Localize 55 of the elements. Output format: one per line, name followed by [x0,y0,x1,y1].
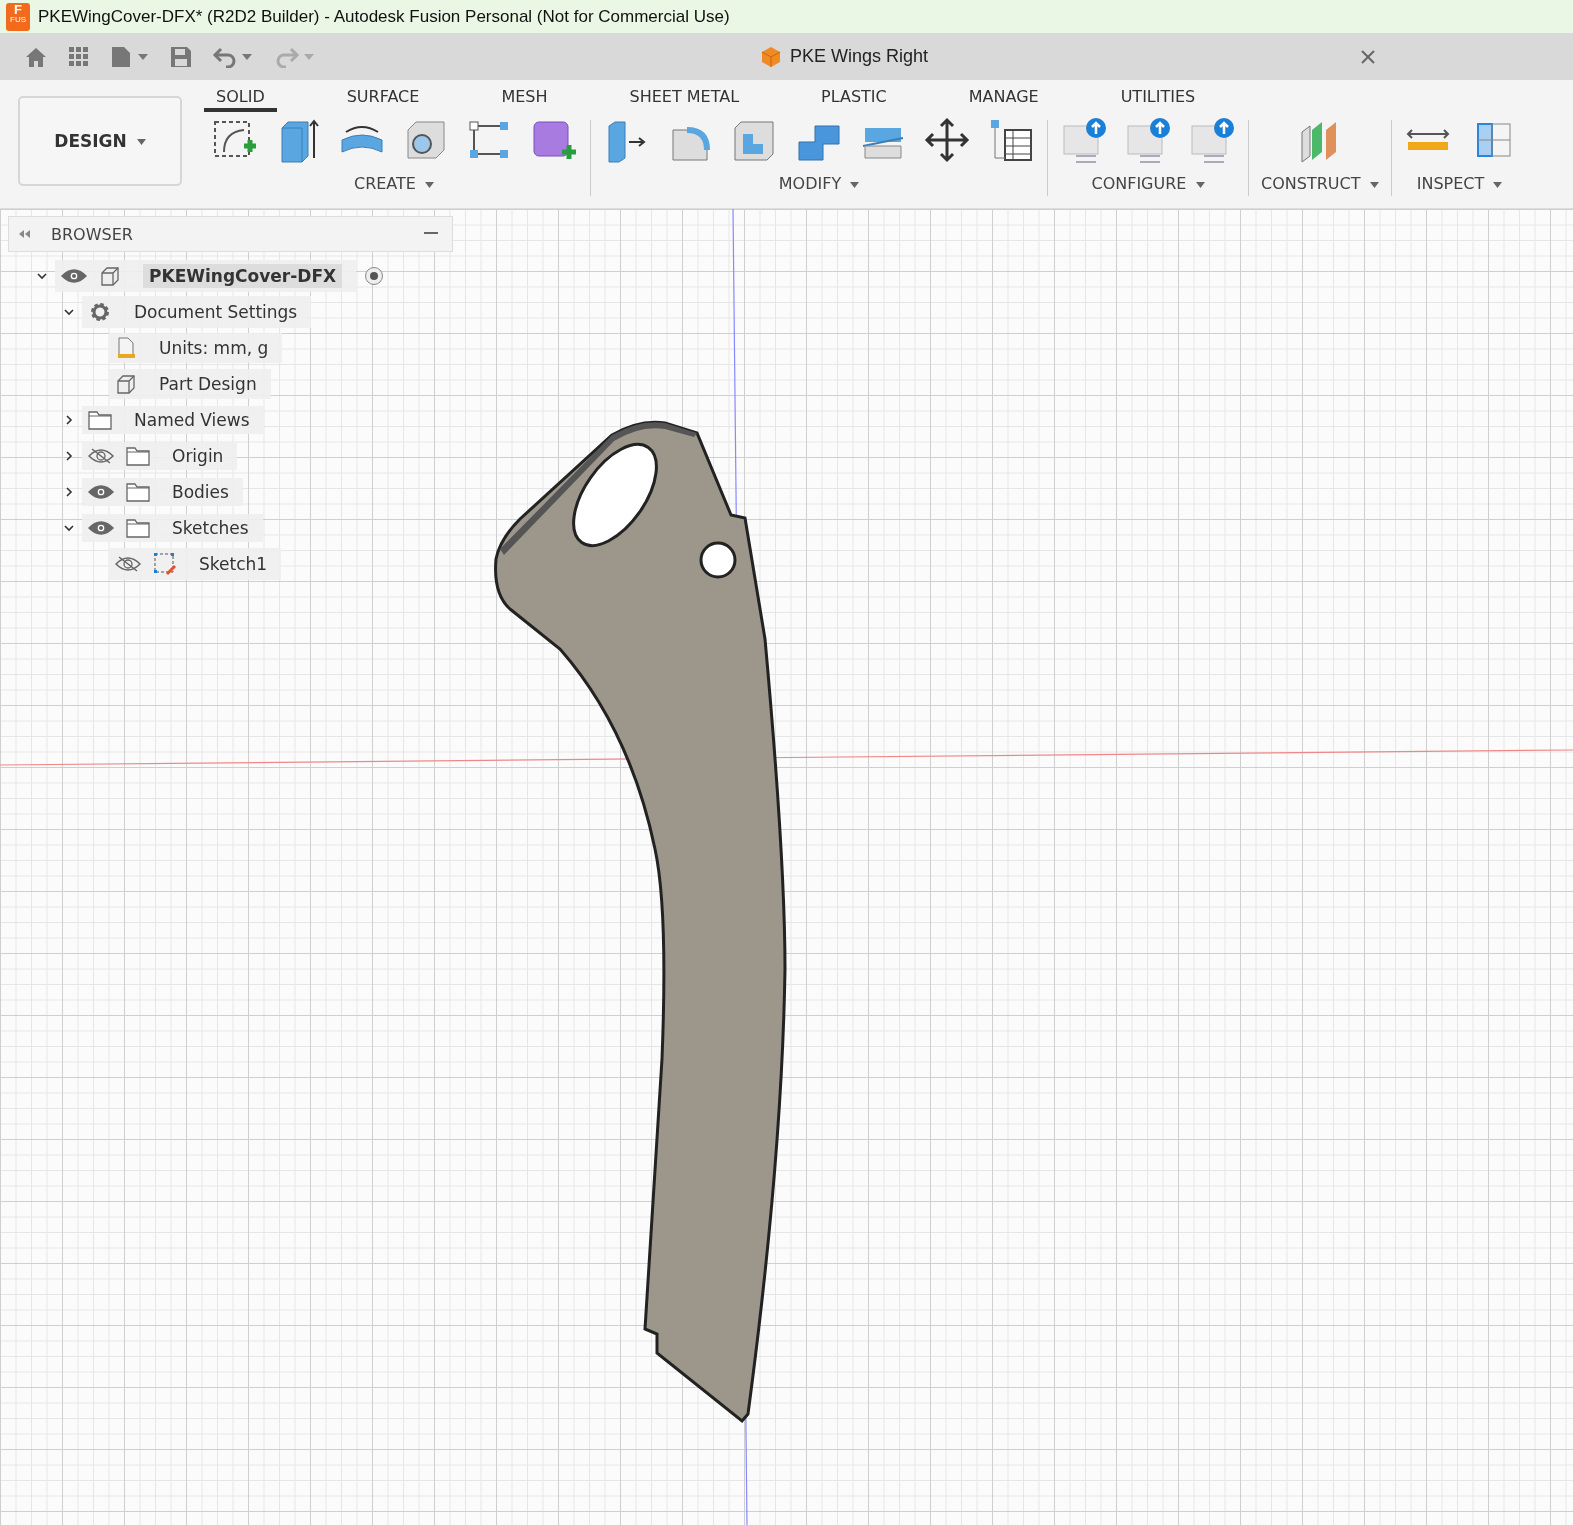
ribbon-tab[interactable]: SHEET METAL [617,84,752,112]
folder-icon [126,518,150,538]
folder-icon [126,446,150,466]
eye-icon[interactable] [88,484,114,500]
chevron-down-icon[interactable] [62,522,75,534]
cube-icon [760,45,782,68]
file-icon[interactable] [110,45,150,68]
config-shape-icon[interactable] [1188,116,1236,164]
ruler-document-icon [115,337,137,359]
document-tab[interactable]: PKE Wings Right [760,45,929,68]
caret-icon [425,181,435,188]
tool-group-dropdown[interactable]: CREATE [353,174,435,193]
app-icon: F FUS [6,2,30,31]
ribbon-tab[interactable]: PLASTIC [809,84,899,112]
eye-icon[interactable] [61,268,87,284]
ribbon-tab[interactable]: SOLID [204,84,277,112]
ribbon-tab[interactable]: UTILITIES [1108,84,1208,112]
move-icon[interactable] [923,116,971,164]
close-icon[interactable] [1361,49,1375,64]
tool-group-dropdown[interactable]: CONFIGURE [1091,174,1205,193]
folder-icon [88,410,112,430]
workspace-dropdown[interactable]: DESIGN [18,96,182,186]
gear-icon [88,300,112,324]
grid-icon[interactable] [68,45,90,68]
radio-button-icon[interactable] [364,266,385,286]
ribbon-tab[interactable]: MANAGE [956,84,1051,112]
cube-icon [115,373,137,395]
window-title: PKEWingCover-DFX* (R2D2 Builder) - Autodesk Fusion Personal (Not for Commercial Use) [38,6,730,27]
chevron-down-icon[interactable] [35,270,48,282]
home-icon[interactable] [24,45,48,68]
ribbon-tab[interactable]: MESH [489,84,560,112]
config-table-icon[interactable] [1124,116,1172,164]
eye-icon[interactable] [88,520,114,536]
tool-group-dropdown[interactable]: MODIFY [778,174,860,193]
save-icon[interactable] [170,45,192,68]
caret-icon [1369,181,1379,188]
caret-icon [1493,181,1503,188]
tree-item-label[interactable]: PKEWingCover-DFX [143,264,343,288]
ribbon-tab[interactable]: SURFACE [334,84,432,112]
config-cube-icon[interactable] [1060,116,1108,164]
browser-title: BROWSER [51,224,133,244]
eye-hidden-icon[interactable] [88,448,114,464]
tool-group-dropdown[interactable]: CONSTRUCT [1261,174,1379,193]
collapse-icon[interactable] [17,229,31,239]
caret-icon [1195,181,1205,188]
folder-icon [126,482,150,502]
caret-icon [136,139,146,145]
caret-icon [850,181,860,188]
tool-group-dropdown[interactable]: INSPECT [1416,174,1503,193]
sketch-icon [153,552,177,576]
eye-hidden-icon[interactable] [115,556,141,572]
minimize-icon[interactable] [424,232,438,236]
undo-icon[interactable] [212,45,254,68]
cube-icon [99,265,121,287]
chevron-down-icon[interactable] [62,306,75,318]
